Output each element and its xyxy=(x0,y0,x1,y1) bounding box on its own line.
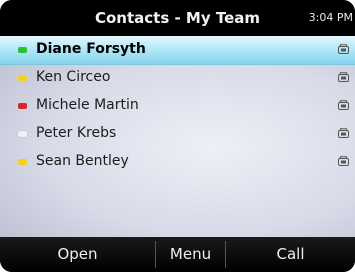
screen-title: Contacts - My Team xyxy=(94,9,261,27)
presence-status-icon xyxy=(18,103,27,109)
contact-name: Ken Circeo xyxy=(36,69,111,85)
phone-screen: Contacts - My Team 3:04 PM Diane Forsyth… xyxy=(0,0,355,272)
open-softkey[interactable]: Open xyxy=(0,237,155,272)
presence-status-icon xyxy=(18,159,27,165)
presence-status-icon xyxy=(18,131,27,137)
presence-status-icon xyxy=(18,75,27,81)
contact-name: Peter Krebs xyxy=(36,125,117,141)
contact-row[interactable]: Peter Krebs xyxy=(0,120,355,148)
contact-name: Michele Martin xyxy=(36,97,139,113)
phone-handset-icon[interactable] xyxy=(338,72,349,83)
contact-list: Diane Forsyth Ken Circeo Michele Martin xyxy=(0,36,355,237)
contact-row[interactable]: Michele Martin xyxy=(0,92,355,120)
contact-name: Sean Bentley xyxy=(36,153,129,169)
title-bar: Contacts - My Team 3:04 PM xyxy=(0,0,355,36)
phone-handset-icon[interactable] xyxy=(338,44,349,55)
phone-handset-icon[interactable] xyxy=(338,100,349,111)
clock: 3:04 PM xyxy=(308,11,353,24)
phone-handset-icon[interactable] xyxy=(338,156,349,167)
contact-row[interactable]: Ken Circeo xyxy=(0,64,355,92)
contact-row[interactable]: Sean Bentley xyxy=(0,148,355,176)
menu-softkey[interactable]: Menu xyxy=(156,237,225,272)
presence-status-icon xyxy=(18,47,27,53)
call-softkey[interactable]: Call xyxy=(226,237,355,272)
contact-row[interactable]: Diane Forsyth xyxy=(0,36,355,65)
phone-handset-icon[interactable] xyxy=(338,128,349,139)
contact-name: Diane Forsyth xyxy=(36,41,146,57)
softkey-bar: Open Menu Call xyxy=(0,237,355,272)
